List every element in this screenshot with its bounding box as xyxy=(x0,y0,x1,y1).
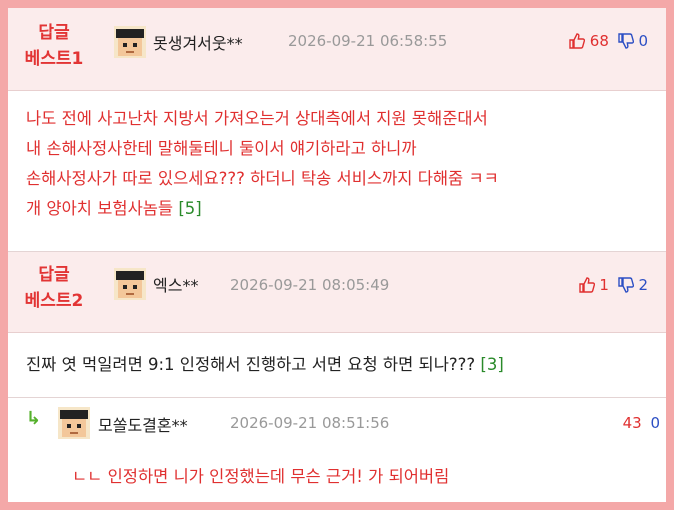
comment-line: 진짜 엿 먹일려면 9:1 인정해서 진행하고 서면 요청 하면 되나??? xyxy=(26,355,476,374)
reply-count[interactable]: [5] xyxy=(178,199,201,218)
thumbs-down-icon[interactable] xyxy=(617,33,634,49)
avatar[interactable] xyxy=(114,26,146,58)
comment-body: 진짜 엿 먹일려면 9:1 인정해서 진행하고 서면 요청 하면 되나??? [… xyxy=(26,350,504,380)
downvote-count: 2 xyxy=(638,276,648,294)
upvote-count: 1 xyxy=(599,276,609,294)
best-badge: 답글 베스트1 xyxy=(8,20,100,72)
comment-header: 답글 베스트2 엑스** 2026-09-21 08:05:49 1 2 xyxy=(8,252,666,333)
thumbs-up-icon[interactable] xyxy=(578,277,595,293)
thumbs-down-icon[interactable] xyxy=(617,277,634,293)
reply-arrow-icon: ↳ xyxy=(26,408,42,429)
timestamp: 2026-09-21 06:58:55 xyxy=(288,32,448,50)
reply-line: ㄴㄴ 인정하면 니가 인정했는데 무슨 근거! 가 되어버림 xyxy=(72,467,450,486)
comment-line: 개 양아치 보험사놈들 xyxy=(26,199,174,218)
nickname[interactable]: 엑스** xyxy=(153,272,198,296)
thumbs-up-icon[interactable] xyxy=(569,33,586,49)
downvote-count: 0 xyxy=(638,32,648,50)
reply-body: ㄴㄴ 인정하면 니가 인정했는데 무슨 근거! 가 되어버림 xyxy=(72,462,449,492)
best-label-line1: 답글 xyxy=(38,265,70,285)
avatar[interactable] xyxy=(114,268,146,300)
comment-body: 나도 전에 사고난차 지방서 가져오는거 상대측에서 지원 못해준대서 내 손해… xyxy=(26,104,499,224)
timestamp: 2026-09-21 08:51:56 xyxy=(230,414,390,432)
timestamp: 2026-09-21 08:05:49 xyxy=(230,276,390,294)
best-label-line1: 답글 xyxy=(38,23,70,43)
vote-group: 43 0 xyxy=(623,414,660,432)
comment-header: 답글 베스트1 못생겨서웃** 2026-09-21 06:58:55 68 0 xyxy=(8,8,666,91)
comment-line: 내 손해사정사한테 말해둘테니 둘이서 얘기하라고 하니까 xyxy=(26,139,417,158)
best-label-line2: 베스트1 xyxy=(24,49,84,69)
nickname[interactable]: 모쏠도결혼** xyxy=(98,412,188,436)
nickname[interactable]: 못생겨서웃** xyxy=(153,30,243,54)
comment-line: 나도 전에 사고난차 지방서 가져오는거 상대측에서 지원 못해준대서 xyxy=(26,109,488,128)
comment-line: 손해사정사가 따로 있으세요??? 하더니 탁송 서비스까지 다해줌 ㅋㅋ xyxy=(26,169,499,188)
divider xyxy=(8,397,666,398)
comment-list: 답글 베스트1 못생겨서웃** 2026-09-21 06:58:55 68 0… xyxy=(8,8,666,502)
vote-group: 68 0 xyxy=(569,32,648,50)
upvote-count: 68 xyxy=(589,32,609,50)
downvote-count: 0 xyxy=(650,414,660,432)
vote-group: 1 2 xyxy=(578,276,648,294)
best-label-line2: 베스트2 xyxy=(24,291,84,311)
upvote-count: 43 xyxy=(622,414,642,432)
reply-count[interactable]: [3] xyxy=(480,355,503,374)
best-badge: 답글 베스트2 xyxy=(8,262,100,314)
avatar[interactable] xyxy=(58,407,90,439)
